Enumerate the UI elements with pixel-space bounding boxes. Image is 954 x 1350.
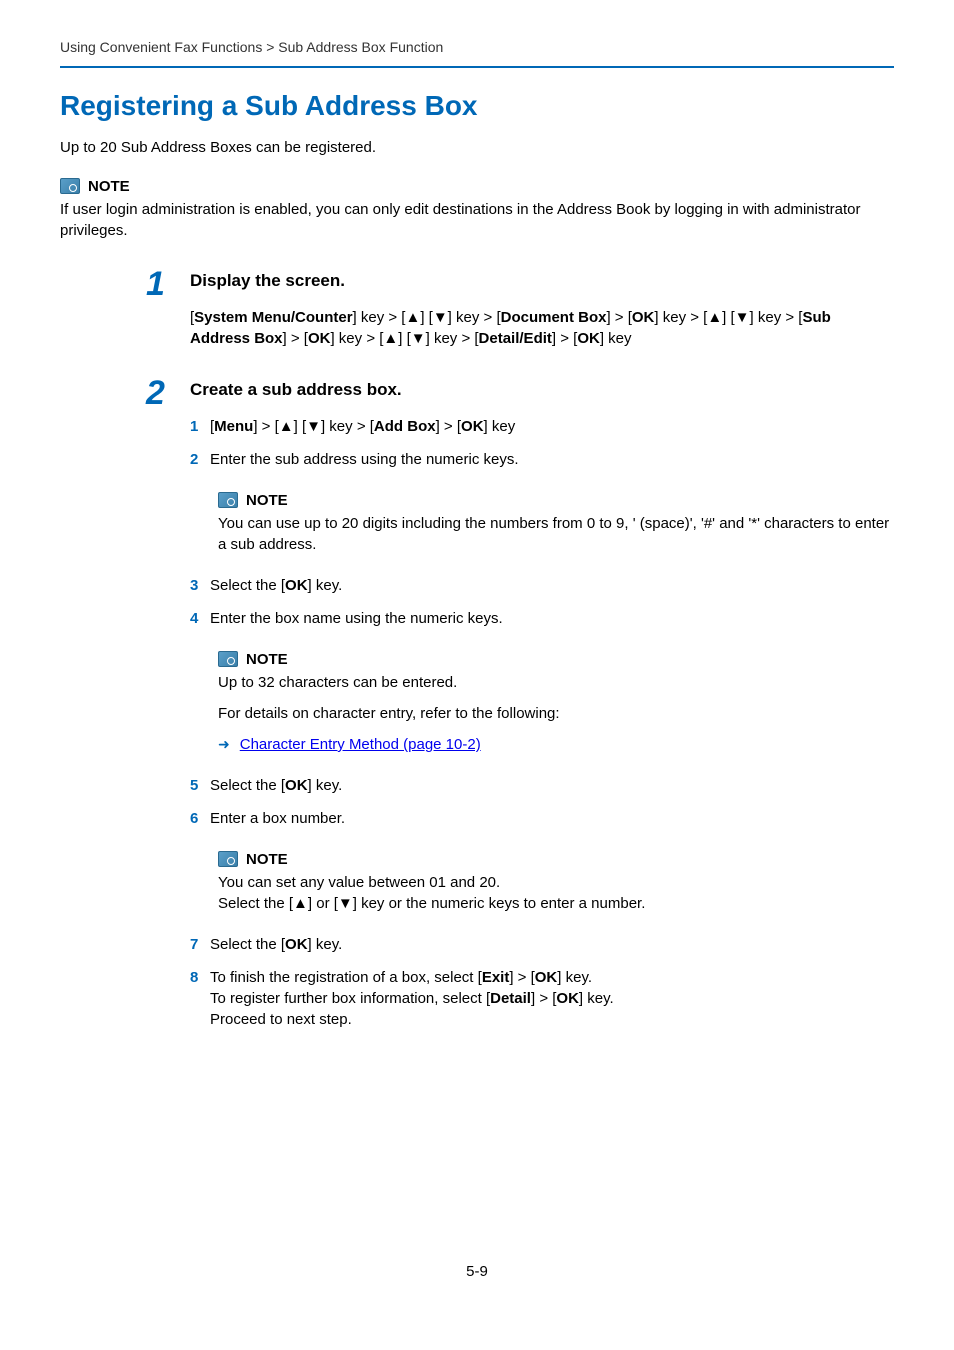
page-title: Registering a Sub Address Box xyxy=(60,86,894,125)
top-note: NOTE If user login administration is ena… xyxy=(60,176,894,241)
note-substep-4: NOTE Up to 32 characters can be entered.… xyxy=(218,649,894,755)
substep-num: 1 xyxy=(190,416,198,437)
step-1-body: [System Menu/Counter] key > [▲] [▼] key … xyxy=(190,307,894,351)
note-icon xyxy=(218,492,238,508)
substep-3: 3 Select the [OK] key. xyxy=(190,575,894,596)
substep-5: 5 Select the [OK] key. xyxy=(190,775,894,796)
step-2: 2 Create a sub address box. 1 [Menu] > [… xyxy=(190,378,894,1030)
substep-7: 7 Select the [OK] key. xyxy=(190,934,894,955)
note-icon xyxy=(218,651,238,667)
note-label: NOTE xyxy=(246,849,288,870)
note-substep-2: NOTE You can use up to 20 digits includi… xyxy=(218,490,894,555)
character-entry-link[interactable]: Character Entry Method (page 10-2) xyxy=(240,734,481,755)
divider xyxy=(60,66,894,68)
substep-6: 6 Enter a box number. xyxy=(190,808,894,829)
note-icon xyxy=(218,851,238,867)
arrow-icon: ➜ xyxy=(218,735,230,755)
substep-1: 1 [Menu] > [▲] [▼] key > [Add Box] > [OK… xyxy=(190,416,894,437)
substep-num: 7 xyxy=(190,934,198,955)
note-label: NOTE xyxy=(246,490,288,511)
substep-2: 2 Enter the sub address using the numeri… xyxy=(190,449,894,470)
substep-num: 2 xyxy=(190,449,198,470)
note-body: Up to 32 characters can be entered. For … xyxy=(218,672,894,755)
step-1: 1 Display the screen. [System Menu/Count… xyxy=(190,269,894,350)
step-2-heading: Create a sub address box. xyxy=(190,378,894,402)
substep-num: 6 xyxy=(190,808,198,829)
substep-num: 4 xyxy=(190,608,198,629)
step-num-1: 1 xyxy=(146,261,165,309)
page-number: 5-9 xyxy=(0,1261,954,1282)
substep-num: 3 xyxy=(190,575,198,596)
note-body: If user login administration is enabled,… xyxy=(60,199,894,241)
intro-text: Up to 20 Sub Address Boxes can be regist… xyxy=(60,137,894,158)
substep-num: 5 xyxy=(190,775,198,796)
note-label: NOTE xyxy=(88,176,130,197)
substep-4: 4 Enter the box name using the numeric k… xyxy=(190,608,894,629)
step-1-heading: Display the screen. xyxy=(190,269,894,293)
step-num-2: 2 xyxy=(146,370,165,418)
breadcrumb: Using Convenient Fax Functions > Sub Add… xyxy=(60,38,894,58)
note-icon xyxy=(60,178,80,194)
note-substep-6: NOTE You can set any value between 01 an… xyxy=(218,849,894,914)
note-body: You can use up to 20 digits including th… xyxy=(218,513,894,555)
note-label: NOTE xyxy=(246,649,288,670)
note-body: You can set any value between 01 and 20.… xyxy=(218,872,894,914)
substep-8: 8 To finish the registration of a box, s… xyxy=(190,967,894,1030)
substep-num: 8 xyxy=(190,967,198,988)
